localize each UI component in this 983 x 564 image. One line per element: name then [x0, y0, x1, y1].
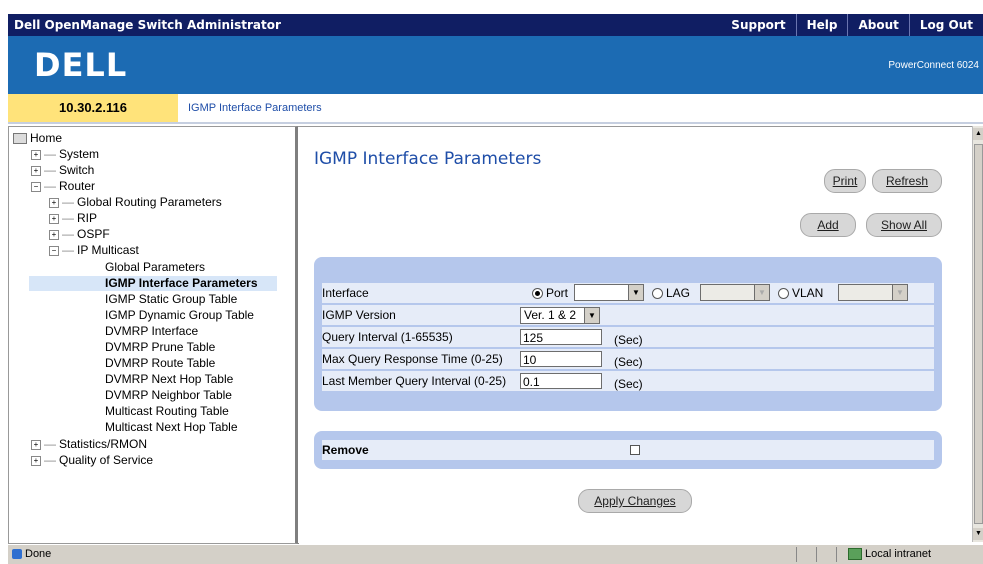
navigation-tree: Home + — System + — Switch − — Router + — Global… [8, 126, 299, 544]
parameters-panel: Interface Port ▼ LAG ▼ VLAN ▼ IGMP Versi… [314, 257, 942, 411]
dell-logo: DELL [34, 46, 128, 84]
tree-item-global-parameters[interactable]: Global Parameters [105, 260, 205, 275]
query-interval-row: Query Interval (1-65535) 125 (Sec) [322, 327, 934, 349]
scroll-up-icon[interactable]: ▲ [973, 128, 983, 140]
tree-item-ospf[interactable]: + — OSPF [49, 227, 110, 242]
tree-item-home[interactable]: Home [13, 131, 62, 146]
main-content: IGMP Interface Parameters Print Refresh … [298, 126, 972, 543]
collapse-icon[interactable]: − [49, 245, 59, 256]
help-link[interactable]: Help [795, 14, 848, 36]
dropdown-arrow-icon: ▼ [754, 285, 769, 300]
tree-item-switch[interactable]: + — Switch [31, 163, 94, 178]
dropdown-arrow-icon: ▼ [628, 285, 643, 300]
address-row: 10.30.2.116 IGMP Interface Parameters [8, 94, 983, 124]
tree-item-dvmrp-prune[interactable]: DVMRP Prune Table [105, 340, 215, 355]
tree-item-rip[interactable]: + — RIP [49, 211, 97, 226]
scrollbar-thumb[interactable] [974, 144, 983, 524]
tree-item-dvmrp-neighbor[interactable]: DVMRP Neighbor Table [105, 388, 232, 403]
title-bar: Dell OpenManage Switch Administrator Sup… [8, 14, 983, 36]
apply-changes-button[interactable]: Apply Changes [578, 489, 692, 513]
lag-label: LAG [666, 286, 691, 300]
last-member-row: Last Member Query Interval (0-25) 0.1 (S… [322, 371, 934, 393]
support-link[interactable]: Support [721, 14, 795, 36]
tree-item-dvmrp-route[interactable]: DVMRP Route Table [105, 356, 215, 371]
add-button[interactable]: Add [800, 213, 856, 237]
expand-icon[interactable]: + [49, 197, 59, 208]
status-divider [796, 547, 797, 562]
vlan-label: VLAN [792, 286, 824, 300]
dropdown-arrow-icon: ▼ [892, 285, 907, 300]
print-button[interactable]: Print [824, 169, 866, 193]
tree-item-global-routing[interactable]: + — Global Routing Parameters [49, 195, 222, 210]
max-query-unit: (Sec) [614, 355, 643, 369]
vlan-select[interactable]: ▼ [838, 284, 908, 301]
tree-item-statistics[interactable]: + — Statistics/RMON [31, 437, 147, 452]
tree-item-qos[interactable]: + — Quality of Service [31, 453, 153, 468]
expand-icon[interactable]: + [31, 439, 41, 450]
logout-link[interactable]: Log Out [908, 14, 983, 36]
vertical-scrollbar[interactable]: ▲ ▼ [972, 126, 983, 542]
remove-row: Remove [322, 440, 934, 462]
dropdown-arrow-icon: ▼ [584, 308, 599, 323]
max-query-input[interactable]: 10 [520, 351, 602, 367]
brand-banner: DELL PowerConnect 6024 [8, 36, 983, 94]
query-interval-unit: (Sec) [614, 333, 643, 347]
max-query-row: Max Query Response Time (0-25) 10 (Sec) [322, 349, 934, 371]
igmp-version-row: IGMP Version Ver. 1 & 2 ▼ [322, 305, 934, 327]
tree-item-igmp-dynamic[interactable]: IGMP Dynamic Group Table [105, 308, 254, 323]
port-select[interactable]: ▼ [574, 284, 644, 301]
last-member-unit: (Sec) [614, 377, 643, 391]
scroll-down-icon[interactable]: ▼ [973, 528, 983, 540]
interface-label: Interface [322, 286, 369, 300]
status-bar: Done Local intranet [8, 544, 983, 564]
tree-item-igmp-interface[interactable]: IGMP Interface Parameters [103, 276, 260, 291]
tree-item-igmp-static[interactable]: IGMP Static Group Table [105, 292, 237, 307]
igmp-version-label: IGMP Version [322, 308, 396, 322]
lag-select[interactable]: ▼ [700, 284, 770, 301]
show-all-button[interactable]: Show All [866, 213, 942, 237]
tree-item-mcast-nexthop[interactable]: Multicast Next Hop Table [105, 420, 238, 435]
expand-icon[interactable]: + [31, 455, 41, 466]
expand-icon[interactable]: + [31, 149, 41, 160]
last-member-label: Last Member Query Interval (0-25) [322, 374, 507, 388]
port-label: Port [546, 286, 569, 300]
device-ip: 10.30.2.116 [8, 94, 178, 122]
tree-item-dvmrp-nexthop[interactable]: DVMRP Next Hop Table [105, 372, 233, 387]
max-query-label: Max Query Response Time (0-25) [322, 352, 503, 366]
intranet-icon [848, 548, 862, 561]
remove-label: Remove [322, 443, 369, 457]
breadcrumb: IGMP Interface Parameters [188, 102, 322, 114]
expand-icon[interactable]: + [49, 213, 59, 224]
port-radio[interactable] [532, 288, 543, 299]
top-nav: Support Help About Log Out [721, 14, 983, 36]
page-title: IGMP Interface Parameters [314, 149, 542, 169]
tree-item-ip-multicast[interactable]: − — IP Multicast [49, 243, 139, 258]
tree-item-system[interactable]: + — System [31, 147, 99, 162]
app-title: Dell OpenManage Switch Administrator [14, 18, 281, 32]
about-link[interactable]: About [847, 14, 908, 36]
query-interval-input[interactable]: 125 [520, 329, 602, 345]
status-text: Done [12, 548, 51, 560]
collapse-icon[interactable]: − [31, 181, 41, 192]
page-icon [12, 549, 22, 560]
remove-panel: Remove [314, 431, 942, 469]
tree-item-mcast-routing[interactable]: Multicast Routing Table [105, 404, 229, 419]
status-divider [836, 547, 837, 562]
remove-checkbox[interactable] [630, 445, 640, 455]
folder-icon [13, 133, 27, 145]
expand-icon[interactable]: + [31, 165, 41, 176]
refresh-button[interactable]: Refresh [872, 169, 942, 193]
vlan-radio[interactable] [778, 288, 789, 299]
tree-item-router[interactable]: − — Router [31, 179, 95, 194]
interface-row: Interface Port ▼ LAG ▼ VLAN ▼ [322, 283, 934, 305]
lag-radio[interactable] [652, 288, 663, 299]
security-zone: Local intranet [848, 548, 931, 561]
query-interval-label: Query Interval (1-65535) [322, 330, 453, 344]
tree-item-dvmrp-interface[interactable]: DVMRP Interface [105, 324, 198, 339]
last-member-input[interactable]: 0.1 [520, 373, 602, 389]
expand-icon[interactable]: + [49, 229, 59, 240]
status-divider [816, 547, 817, 562]
igmp-version-select[interactable]: Ver. 1 & 2 ▼ [520, 307, 600, 324]
device-model: PowerConnect 6024 [888, 60, 979, 71]
